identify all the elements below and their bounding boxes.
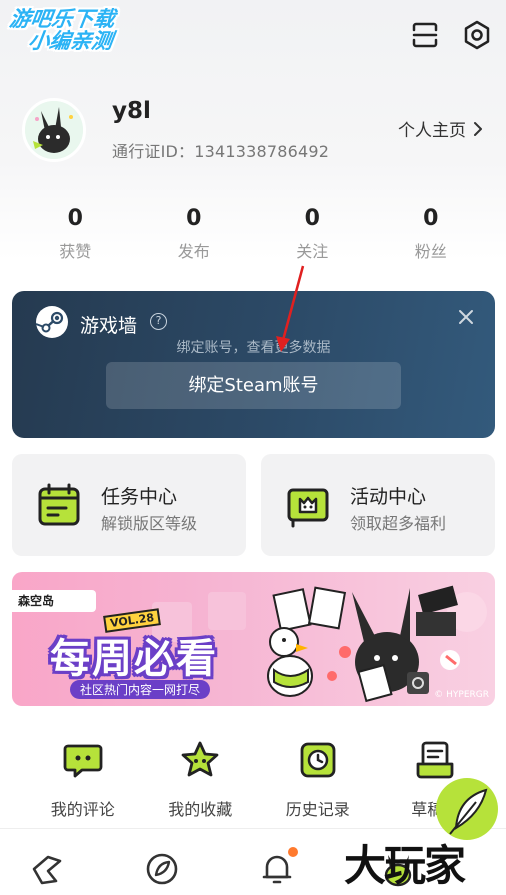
stat-label: 发布 bbox=[177, 242, 210, 261]
tile-title: 活动中心 bbox=[350, 486, 427, 508]
stat-number: 0 bbox=[304, 206, 320, 231]
history-shortcut[interactable]: 历史记录 bbox=[259, 740, 377, 820]
star-icon bbox=[181, 741, 219, 777]
annotation-arrow-icon bbox=[276, 265, 305, 352]
notification-badge bbox=[288, 847, 298, 857]
tile-subtitle: 解锁版区等级 bbox=[101, 514, 198, 533]
username: y8l bbox=[112, 98, 151, 124]
stat-likes[interactable]: 0 获赞 bbox=[16, 206, 135, 262]
watermark-line2: 小编亲测 bbox=[26, 29, 115, 54]
game-wall-card: 游戏墙 ? 绑定账号，查看更多数据 绑定Steam账号 bbox=[12, 291, 495, 438]
profile-page: 游吧乐下载 小编亲测 y8l 通行证ID：1341338786492 个人主页 bbox=[0, 0, 506, 895]
banner-subtitle: 社区热门内容一网打尽 bbox=[70, 680, 211, 699]
stat-number: 0 bbox=[186, 206, 202, 231]
homepage-link[interactable]: 个人主页 bbox=[398, 116, 484, 141]
discover-icon[interactable] bbox=[142, 849, 182, 889]
stat-label: 获赞 bbox=[59, 242, 92, 261]
watermark-line1: 游吧乐下载 bbox=[7, 7, 117, 31]
task-calendar-icon bbox=[38, 483, 80, 526]
settings-icon[interactable] bbox=[461, 19, 493, 51]
home-icon[interactable] bbox=[26, 849, 66, 889]
bind-steam-button[interactable]: 绑定Steam账号 bbox=[106, 362, 401, 409]
stat-posts[interactable]: 0 发布 bbox=[135, 206, 254, 262]
avatar[interactable] bbox=[22, 98, 86, 162]
shortcut-row: 我的评论 我的收藏 历史记录 草稿箱 bbox=[24, 740, 494, 820]
weekly-banner[interactable]: 森空岛 VOL.28 每周必看 社区热门内容一网打尽 © HYPERGR bbox=[12, 572, 495, 706]
tile-title: 任务中心 bbox=[101, 486, 178, 508]
help-icon[interactable]: ? bbox=[150, 313, 167, 330]
watermark-bottom: 大玩家 bbox=[344, 841, 466, 890]
stat-label: 关注 bbox=[296, 242, 329, 261]
shortcut-label: 我的收藏 bbox=[168, 800, 233, 819]
tile-subtitle: 领取超多福利 bbox=[350, 514, 447, 533]
stats-row: 0 获赞 0 发布 0 关注 0 粉丝 bbox=[16, 206, 490, 262]
watermark-logo: 游吧乐下载 小编亲测 bbox=[5, 7, 161, 54]
chevron-right-icon bbox=[474, 121, 482, 136]
game-wall-subtitle: 绑定账号，查看更多数据 bbox=[176, 340, 331, 356]
game-wall-title: 游戏墙 bbox=[80, 315, 138, 337]
my-comments-shortcut[interactable]: 我的评论 bbox=[24, 740, 142, 820]
activity-center-tile[interactable]: 活动中心 领取超多福利 bbox=[261, 454, 495, 556]
stat-followers[interactable]: 0 粉丝 bbox=[372, 206, 491, 262]
banner-title: 每周必看 bbox=[50, 636, 218, 682]
task-center-tile[interactable]: 任务中心 解锁版区等级 bbox=[12, 454, 246, 556]
activity-flag-icon bbox=[287, 488, 329, 528]
close-icon[interactable] bbox=[457, 308, 475, 326]
banner-tag: 森空岛 bbox=[12, 590, 96, 612]
stat-label: 粉丝 bbox=[414, 242, 447, 261]
comment-icon bbox=[63, 744, 103, 778]
history-clock-icon bbox=[300, 742, 336, 778]
homepage-label: 个人主页 bbox=[398, 121, 466, 141]
banner-copyright: © HYPERGR bbox=[434, 690, 489, 700]
shortcut-label: 历史记录 bbox=[285, 800, 350, 819]
feather-icon bbox=[449, 788, 488, 835]
shortcut-label: 我的评论 bbox=[50, 800, 115, 819]
stat-following[interactable]: 0 关注 bbox=[253, 206, 372, 262]
my-favorites-shortcut[interactable]: 我的收藏 bbox=[142, 740, 260, 820]
pass-id: 通行证ID：1341338786492 bbox=[112, 142, 330, 161]
draft-box-icon bbox=[416, 741, 454, 779]
stat-number: 0 bbox=[423, 206, 439, 231]
stat-number: 0 bbox=[67, 206, 83, 231]
scan-icon[interactable] bbox=[409, 19, 441, 51]
avatar-character-icon bbox=[25, 101, 83, 159]
steam-icon bbox=[35, 306, 68, 338]
watermark-feather-icon bbox=[436, 778, 498, 840]
